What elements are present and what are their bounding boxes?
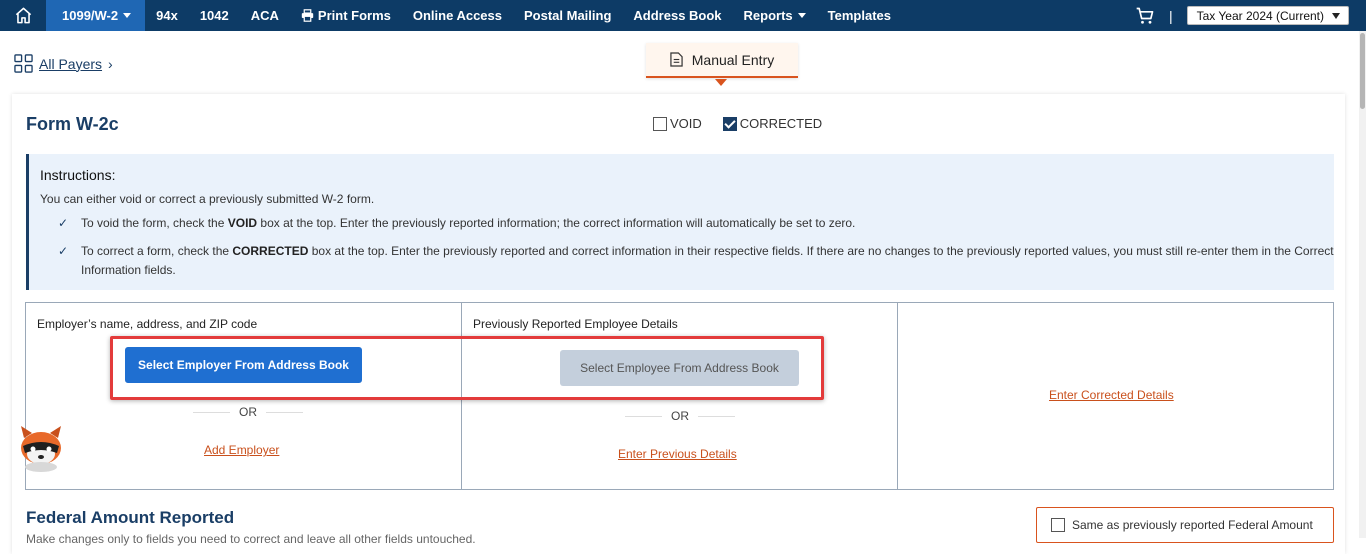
or-divider: OR [193, 405, 303, 419]
instruction-item-void: ✓ To void the form, check the VOID box a… [40, 214, 1334, 233]
chevron-down-icon [123, 13, 132, 18]
nav-print-forms[interactable]: Print Forms [290, 0, 402, 31]
breadcrumb: All Payers › [14, 54, 113, 73]
nav-94x[interactable]: 94x [145, 0, 189, 31]
nav-separator: | [1168, 7, 1173, 24]
printer-icon [301, 9, 314, 22]
page-title: Form W-2c [26, 114, 119, 134]
nav-reports[interactable]: Reports [733, 0, 817, 31]
corrected-label: CORRECTED [739, 116, 823, 131]
check-icon: ✓ [58, 216, 69, 230]
top-nav: 1099/W-2 94x 1042 ACA Print Forms Online… [0, 0, 1366, 31]
tab-pointer [715, 79, 727, 86]
employee-header: Previously Reported Employee Details [473, 317, 678, 331]
enter-previous-details-link[interactable]: Enter Previous Details [618, 447, 737, 461]
enter-corrected-details-link[interactable]: Enter Corrected Details [1049, 388, 1174, 402]
corrected-column: Enter Corrected Details [898, 303, 1333, 489]
instructions-panel: Instructions: You can either void or cor… [26, 154, 1334, 290]
nav-templates[interactable]: Templates [817, 0, 902, 31]
chevron-down-icon [797, 13, 806, 18]
instructions-intro: You can either void or correct a previou… [40, 192, 375, 206]
instructions-title: Instructions: [40, 167, 116, 183]
nav-postal-mailing[interactable]: Postal Mailing [513, 0, 622, 31]
same-as-previous-label: Same as previously reported Federal Amou… [1072, 518, 1313, 532]
nav-aca[interactable]: ACA [240, 0, 290, 31]
void-checkbox[interactable] [653, 116, 667, 131]
nav-1042[interactable]: 1042 [189, 0, 240, 31]
highlight-box [110, 336, 824, 400]
corrected-checkbox[interactable] [722, 116, 737, 131]
document-icon [670, 52, 683, 67]
nav-1099-w2[interactable]: 1099/W-2 [46, 0, 146, 31]
or-divider: OR [625, 409, 735, 423]
tab-manual-entry[interactable]: Manual Entry [646, 43, 798, 78]
page-scrollbar[interactable] [1359, 31, 1366, 538]
home-button[interactable] [0, 0, 46, 31]
raccoon-mascot-icon[interactable] [16, 424, 66, 472]
add-employer-link[interactable]: Add Employer [204, 443, 279, 457]
federal-subtitle: Make changes only to fields you need to … [26, 532, 476, 546]
scroll-thumb[interactable] [1360, 33, 1365, 109]
chevron-right-icon: › [108, 55, 113, 72]
instruction-item-corrected: ✓ To correct a form, check the CORRECTED… [40, 242, 1334, 280]
same-as-previous-checkbox[interactable] [1051, 518, 1065, 532]
void-label: VOID [670, 116, 702, 131]
check-icon: ✓ [58, 244, 69, 258]
grid-icon [14, 54, 33, 73]
employer-header: Employer’s name, address, and ZIP code [37, 317, 258, 331]
federal-title: Federal Amount Reported [26, 508, 235, 527]
nav-right: | Tax Year 2024 (Current) [1135, 0, 1366, 31]
chevron-down-icon [1332, 12, 1340, 19]
void-corrected-row: VOID CORRECTED [653, 116, 843, 131]
nav-address-book[interactable]: Address Book [622, 0, 732, 31]
tax-year-select[interactable]: Tax Year 2024 (Current) [1186, 6, 1349, 25]
cart-icon[interactable] [1135, 6, 1155, 26]
all-payers-link[interactable]: All Payers [39, 56, 102, 72]
home-icon [15, 7, 31, 24]
nav-online-access[interactable]: Online Access [402, 0, 513, 31]
